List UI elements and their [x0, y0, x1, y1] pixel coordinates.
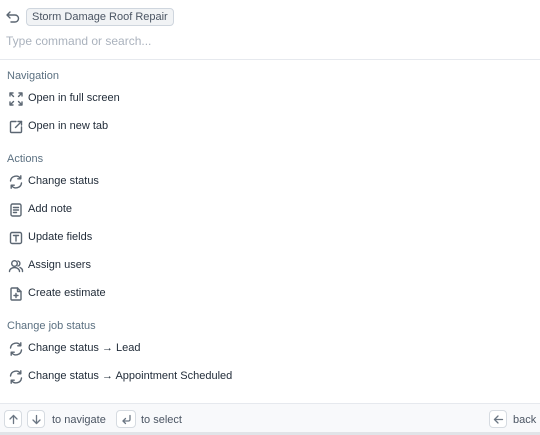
command-label: Assign users [28, 259, 91, 271]
command-open-full-screen[interactable]: Open in full screen [0, 86, 540, 112]
enter-key-icon [116, 410, 136, 428]
arrow-down-key-icon [27, 410, 45, 428]
arrow-up-key-icon [4, 410, 22, 428]
command-palette-header: Storm Damage Roof Repair [0, 0, 540, 60]
command-update-fields[interactable]: Update fields [0, 225, 540, 251]
file-plus-icon [8, 286, 24, 302]
back-hint: back [513, 414, 537, 426]
command-label: Open in full screen [28, 92, 120, 104]
command-label: Update fields [28, 231, 93, 243]
refresh-icon [8, 174, 24, 190]
command-label: Open in new tab [28, 120, 109, 132]
command-assign-users[interactable]: Assign users [0, 253, 540, 279]
text-field-icon [8, 230, 24, 246]
command-change-status-lead[interactable]: Change status → Lead [0, 336, 540, 362]
navigate-hint: to navigate [52, 414, 106, 426]
undo-arrow-icon[interactable] [5, 9, 21, 25]
command-label: Create estimate [28, 287, 106, 299]
command-add-note[interactable]: Add note [0, 197, 540, 223]
select-hint: to select [141, 414, 182, 426]
keyboard-hints-footer: to navigate to select back [0, 403, 540, 435]
command-change-status-appointment-scheduled[interactable]: Change status → Appointment Scheduled [0, 364, 540, 390]
refresh-icon [8, 341, 24, 357]
command-open-new-tab[interactable]: Open in new tab [0, 114, 540, 140]
command-create-estimate[interactable]: Create estimate [0, 281, 540, 307]
section-title-navigation: Navigation [7, 70, 59, 82]
arrow-left-key-icon [489, 410, 507, 428]
expand-icon [8, 91, 24, 107]
command-change-status[interactable]: Change status [0, 169, 540, 195]
external-link-icon [8, 119, 24, 135]
command-label: Change status [28, 175, 99, 187]
users-icon [8, 258, 24, 274]
context-chip: Storm Damage Roof Repair [26, 8, 174, 26]
section-title-actions: Actions [7, 153, 44, 165]
command-label: Change status → Lead [28, 342, 141, 354]
command-label: Add note [28, 203, 73, 215]
command-label: Change status → Appointment Scheduled [28, 370, 233, 382]
command-search-input[interactable] [6, 32, 526, 50]
section-title-change-job-status: Change job status [7, 320, 96, 332]
note-icon [8, 202, 24, 218]
refresh-icon [8, 369, 24, 385]
